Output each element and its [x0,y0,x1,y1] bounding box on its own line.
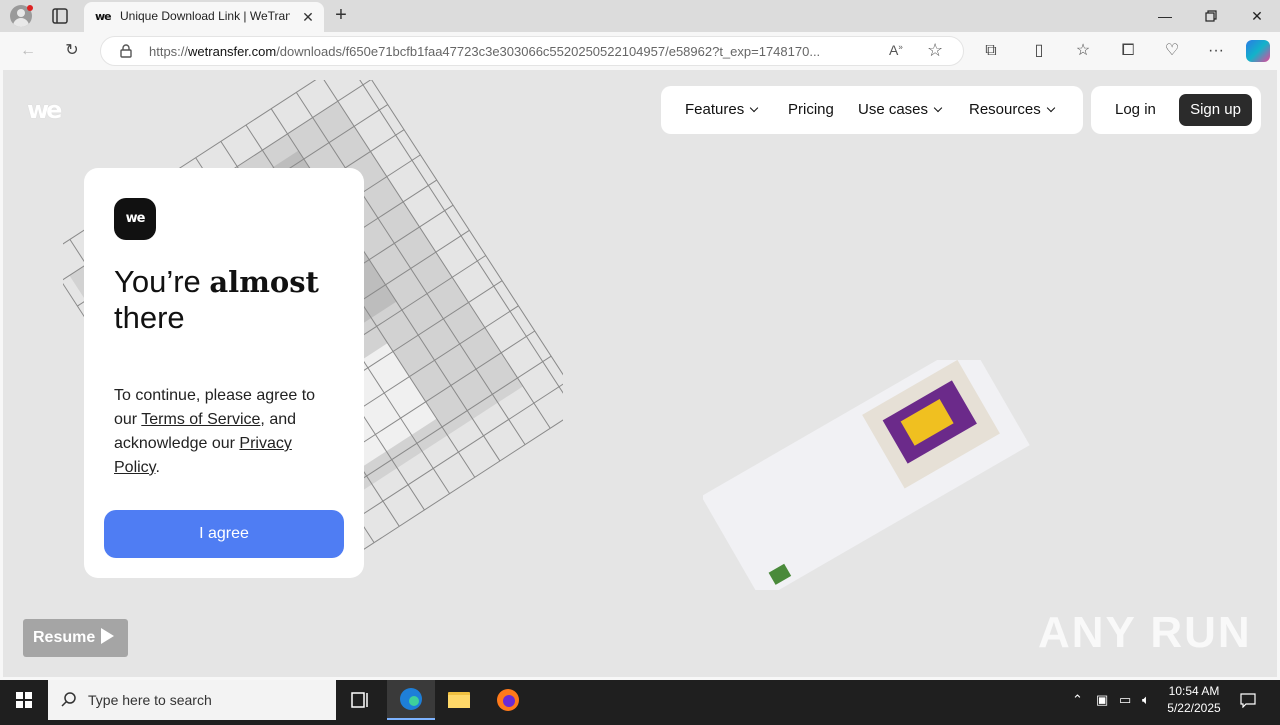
chevron-down-icon [749,103,759,113]
back-icon[interactable]: ← [16,39,40,63]
tab-title: Unique Download Link | WeTransfer [120,9,290,23]
more-menu-icon[interactable]: ··· [1204,39,1228,63]
meet-now-icon[interactable]: ▣ [1096,692,1108,708]
tab-close-icon[interactable]: ✕ [298,7,318,27]
play-icon [101,628,115,644]
wetransfer-card-logo: we [114,198,156,240]
agree-button[interactable]: I agree [104,510,344,558]
chevron-down-icon [933,103,943,113]
login-button[interactable]: Log in [1115,101,1156,118]
taskbar-search[interactable]: Type here to search [48,680,336,720]
auth-panel: Log in Sign up [1091,86,1261,134]
new-tab-icon[interactable]: + [330,4,352,26]
file-explorer-icon[interactable] [435,680,483,720]
network-icon[interactable]: ▭ [1119,692,1131,708]
copilot-icon[interactable] [1246,40,1270,62]
browser-window: we Unique Download Link | WeTransfer ✕ +… [0,0,1280,680]
lock-icon[interactable] [119,44,133,58]
browser-essentials-icon[interactable]: ♡ [1160,39,1184,63]
consent-body: To continue, please agree to our Terms o… [114,387,316,476]
collections-icon[interactable]: ⧠ [1116,39,1140,63]
nav-pricing[interactable]: Pricing [788,101,834,118]
consent-card: we You’re almost there To continue, plea… [84,168,364,578]
notification-dot-icon [27,5,33,11]
refresh-icon[interactable]: ↻ [60,39,84,63]
minimize-icon[interactable]: — [1142,0,1188,32]
restore-icon[interactable] [1188,0,1234,32]
browser-toolbar: ← ↻ https://wetransfer.com/downloads/f65… [0,32,1280,70]
tab-actions-icon[interactable] [50,6,70,26]
firefox-icon[interactable] [484,680,532,720]
window-close-icon[interactable]: ✕ [1234,0,1280,32]
consent-heading: You’re almost there [114,264,319,335]
taskbar: Type here to search ⌃ ▣ ▭ 🔈︎ 10:54 AM 5/… [0,680,1280,720]
clock-date: 5/22/2025 [1167,701,1221,715]
windows-start-icon[interactable] [0,680,48,720]
page-content: we Features Pricing Use cases Resources … [3,70,1277,677]
volume-icon[interactable]: 🔈︎ [1142,692,1150,708]
chevron-down-icon [1046,103,1055,113]
main-nav: Features Pricing Use cases Resources [661,86,1083,134]
notifications-icon[interactable] [1240,692,1256,711]
background-art-photo [703,360,1030,590]
clock-time: 10:54 AM [1168,684,1220,698]
signup-button[interactable]: Sign up [1179,94,1252,126]
nav-use-cases[interactable]: Use cases [858,101,943,118]
favorites-icon[interactable]: ☆ [1071,39,1095,63]
search-placeholder: Type here to search [88,692,212,708]
search-icon [61,692,76,707]
task-view-icon[interactable] [336,680,384,720]
wetransfer-favicon-icon: we [95,10,112,23]
nav-features[interactable]: Features [685,101,759,118]
url-text: https://wetransfer.com/downloads/f650e71… [149,44,821,59]
address-bar[interactable]: https://wetransfer.com/downloads/f650e71… [100,36,964,66]
wetransfer-logo[interactable]: we [27,96,62,124]
tab-strip: we Unique Download Link | WeTransfer ✕ +… [0,0,1280,32]
taskbar-clock[interactable]: 10:54 AM 5/22/2025 [1162,683,1226,717]
terms-of-service-link[interactable]: Terms of Service [141,411,260,428]
resume-button[interactable]: Resume [23,619,128,657]
read-aloud-icon[interactable]: A» [889,42,903,58]
favorite-star-icon[interactable]: ☆ [927,40,943,61]
nav-resources[interactable]: Resources [969,101,1055,118]
split-screen-icon[interactable]: ▯ [1027,39,1051,63]
tray-chevron-up-icon[interactable]: ⌃ [1072,692,1083,708]
edge-taskbar-icon[interactable] [387,680,435,720]
extensions-icon[interactable]: ⧉ [979,39,1003,63]
tab-wetransfer[interactable]: we Unique Download Link | WeTransfer ✕ [84,2,324,32]
anyrun-watermark: ANY RUN [1038,608,1252,657]
